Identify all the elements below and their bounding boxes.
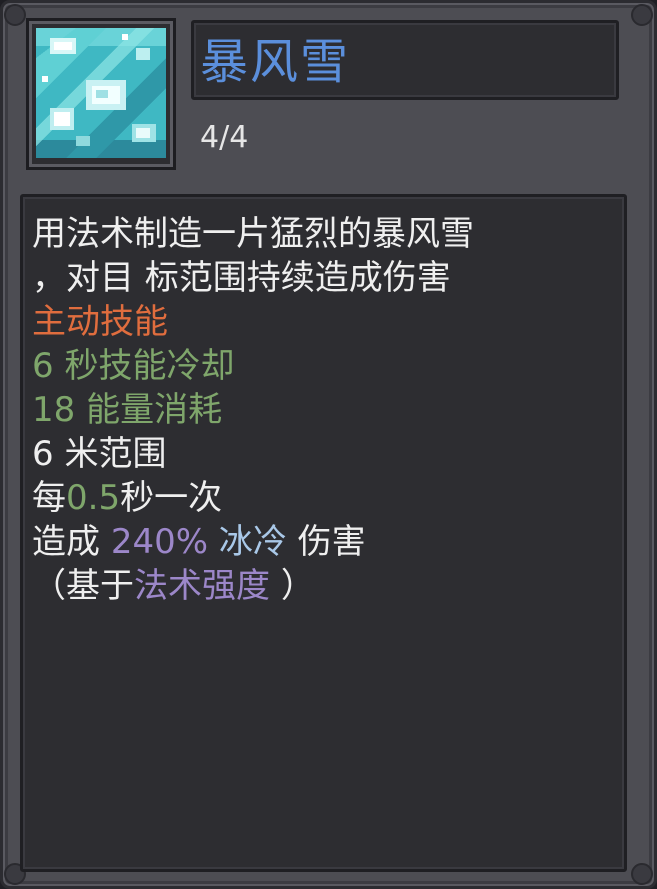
energy-cost-stat: 18 能量消耗 [32,390,223,430]
cooldown-stat: 6 秒技能冷却 [32,346,235,386]
description-line: ，对目 标范围持续造成伤害 [32,258,451,298]
panel-corner-rivet [631,4,653,26]
blizzard-icon [36,28,166,158]
scaling-open: （基于 [32,566,134,606]
panel-corner-rivet [631,863,653,885]
scaling-stat: 法术强度 [134,566,270,606]
tick-rate-line: 每0.5秒一次 [32,476,222,520]
description-line: 用法术制造一片猛烈的暴风雪 [32,214,474,254]
tick-suffix: 秒一次 [120,478,223,518]
skill-type-label: 主动技能 [32,302,168,342]
damage-percent: 240% [110,522,209,562]
range-stat: 6 米范围 [32,434,167,474]
damage-suffix: 伤害 [297,522,366,562]
damage-line: 造成 240% 冰冷 伤害 [32,520,366,564]
skill-level: 4/4 [200,120,249,155]
skill-name: 暴风雪 [200,34,351,90]
damage-prefix: 造成 [32,522,100,562]
panel-corner-rivet [4,4,26,26]
tick-prefix: 每 [32,478,66,518]
damage-element: 冰冷 [218,522,287,562]
scaling-line: （基于法术强度 ） [32,564,315,608]
tick-value: 0.5 [66,478,121,518]
scaling-close: ） [280,566,315,606]
